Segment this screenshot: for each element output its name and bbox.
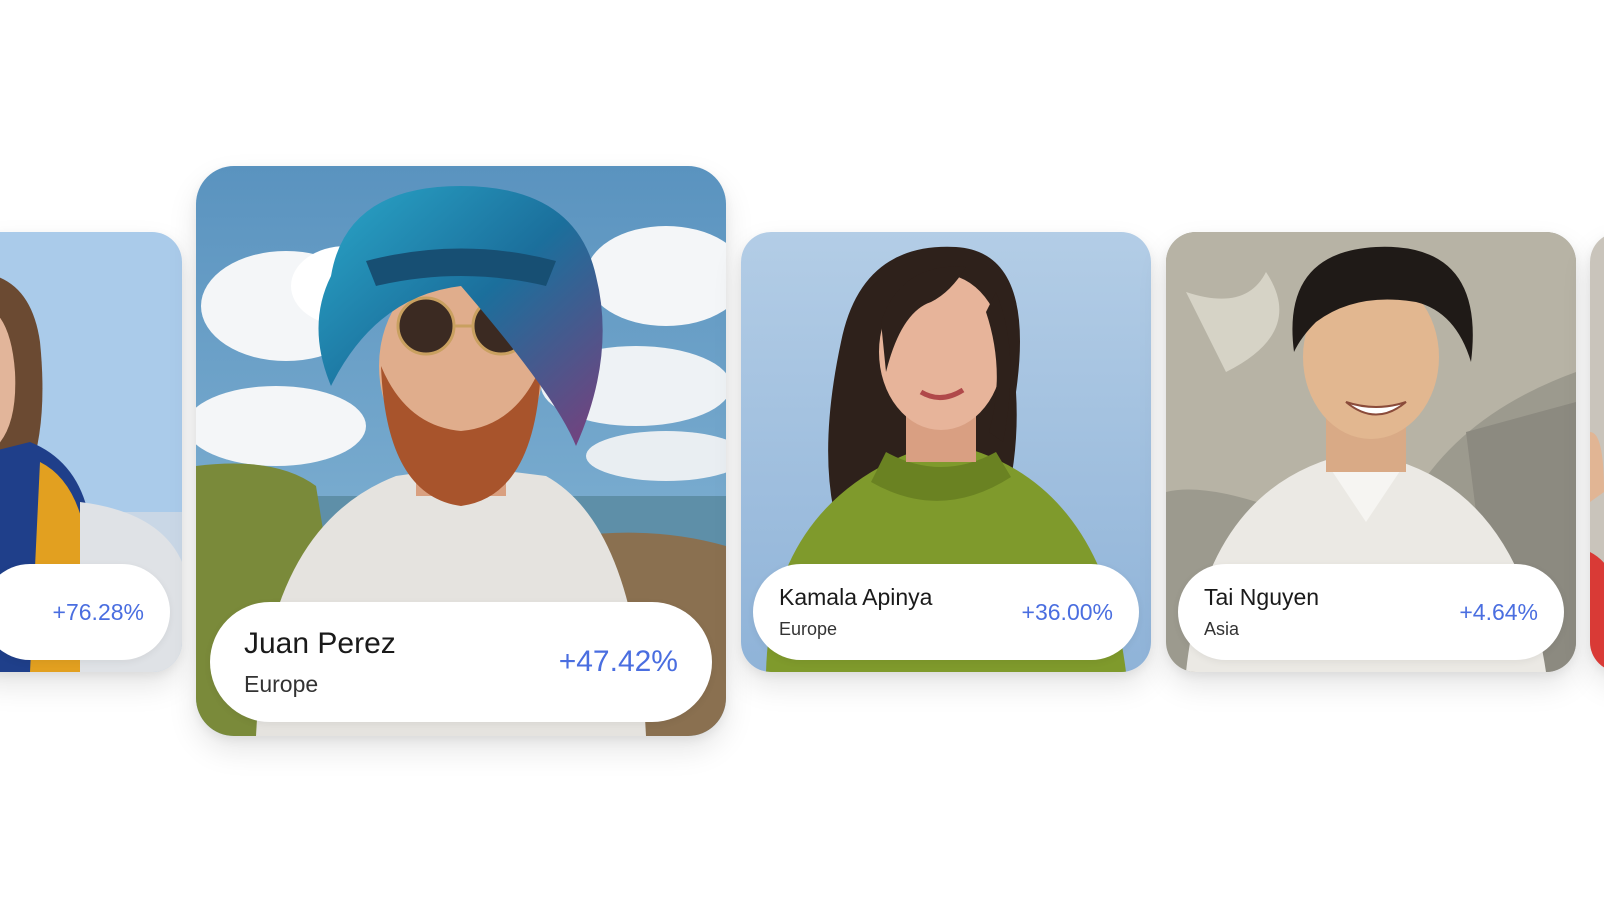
change-value: +36.00% (1021, 598, 1113, 625)
profile-info-pill: Kamala Apinya Europe +36.00% (753, 564, 1139, 660)
profile-region: Europe (779, 619, 838, 639)
profile-info: Kamala Apinya Europe (779, 584, 932, 640)
change-value: +47.42% (558, 645, 678, 678)
change-value: +4.64% (1459, 598, 1538, 625)
profile-card-partial-right[interactable] (1590, 232, 1604, 672)
profile-name: Kamala Apinya (779, 584, 933, 610)
profile-card[interactable]: Kamala Apinya Europe +36.00% (741, 232, 1151, 672)
profile-info-pill: Juan Perez Europe +47.42% (210, 602, 712, 722)
profile-info-pill: Tai Nguyen Asia +4.64% (1178, 564, 1564, 660)
profile-carousel: +76.28% Juan Perez Europe +47.42% Kamala… (0, 0, 1604, 900)
profile-photo (1590, 232, 1604, 672)
profile-region: Europe (244, 670, 319, 697)
profile-name: Juan Perez (244, 626, 396, 660)
profile-info: Tai Nguyen Asia (1204, 584, 1319, 640)
profile-info: Juan Perez Europe (244, 627, 396, 698)
change-value: +76.28% (52, 598, 144, 625)
profile-card[interactable]: Tai Nguyen Asia +4.64% (1166, 232, 1576, 672)
profile-info-pill: +76.28% (0, 564, 170, 660)
profile-card-featured[interactable]: Juan Perez Europe +47.42% (196, 166, 726, 736)
profile-name: Tai Nguyen (1204, 584, 1320, 610)
profile-card-partial-left[interactable]: +76.28% (0, 232, 182, 672)
profile-region: Asia (1204, 619, 1240, 639)
